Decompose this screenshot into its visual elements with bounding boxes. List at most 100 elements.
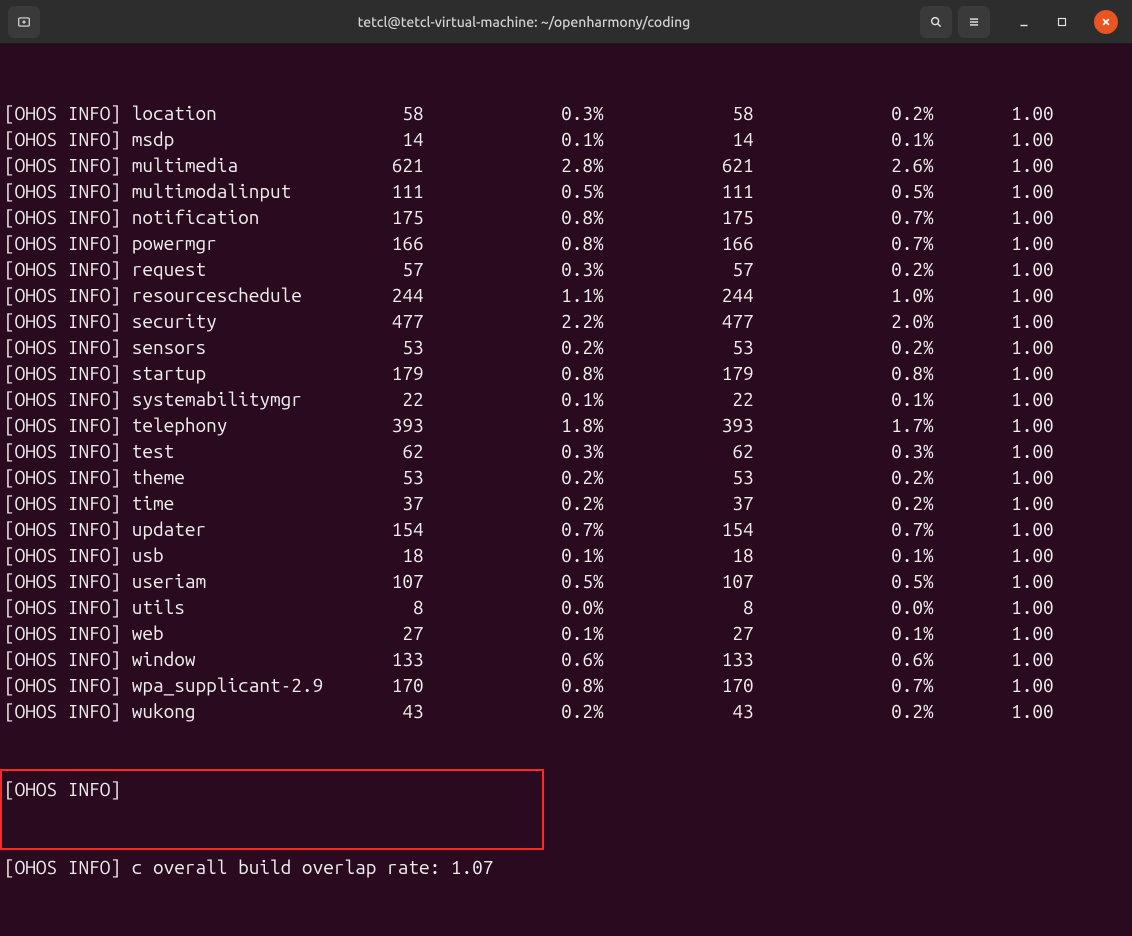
col1: 621 xyxy=(366,152,424,178)
col5: 1.00 xyxy=(934,386,1054,412)
maximize-button[interactable] xyxy=(1046,6,1078,38)
table-row: [OHOS INFO] request570.3%570.2%1.00 xyxy=(4,256,1128,282)
new-tab-button[interactable] xyxy=(8,6,40,38)
table-row: [OHOS INFO] multimodalinput1110.5%1110.5… xyxy=(4,178,1128,204)
col5: 1.00 xyxy=(934,646,1054,672)
log-prefix: [OHOS INFO] xyxy=(4,932,121,936)
col2: 0.1% xyxy=(424,542,604,568)
col4: 0.1% xyxy=(754,620,934,646)
module-name: systemabilitymgr xyxy=(132,386,366,412)
col3: 166 xyxy=(604,230,754,256)
col5: 1.00 xyxy=(934,152,1054,178)
col2: 0.1% xyxy=(424,386,604,412)
col1: 62 xyxy=(366,438,424,464)
col1: 393 xyxy=(366,412,424,438)
col1: 175 xyxy=(366,204,424,230)
col3: 58 xyxy=(604,100,754,126)
col5: 1.00 xyxy=(934,178,1054,204)
col3: 621 xyxy=(604,152,754,178)
col1: 57 xyxy=(366,256,424,282)
module-name: updater xyxy=(132,516,366,542)
menu-button[interactable] xyxy=(958,6,990,38)
col1: 133 xyxy=(366,646,424,672)
col1: 166 xyxy=(366,230,424,256)
col3: 14 xyxy=(604,126,754,152)
col5: 1.00 xyxy=(934,204,1054,230)
col3: 170 xyxy=(604,672,754,698)
search-button[interactable] xyxy=(920,6,952,38)
table-row: [OHOS INFO] telephony3931.8%3931.7%1.00 xyxy=(4,412,1128,438)
log-prefix: [OHOS INFO] xyxy=(4,360,121,386)
col3: 27 xyxy=(604,620,754,646)
log-prefix: [OHOS INFO] xyxy=(4,594,121,620)
col5: 1.00 xyxy=(934,542,1054,568)
col1: 53 xyxy=(366,334,424,360)
log-prefix: [OHOS INFO] xyxy=(4,646,121,672)
table-row: [OHOS INFO] useriam1070.5%1070.5%1.00 xyxy=(4,568,1128,594)
col5: 1.00 xyxy=(934,360,1054,386)
table-row: [OHOS INFO] resourceschedule2441.1%2441.… xyxy=(4,282,1128,308)
col2: 0.2% xyxy=(424,490,604,516)
col1: 43 xyxy=(366,698,424,724)
col3: 18 xyxy=(604,542,754,568)
module-name: useriam xyxy=(132,568,366,594)
table-row: [OHOS INFO] web270.1%270.1%1.00 xyxy=(4,620,1128,646)
module-name: theme xyxy=(132,464,366,490)
module-name: security xyxy=(132,308,366,334)
col2: 0.2% xyxy=(424,698,604,724)
module-name: window xyxy=(132,646,366,672)
col2: 0.7% xyxy=(424,516,604,542)
col4: 0.2% xyxy=(754,464,934,490)
col4: 0.2% xyxy=(754,490,934,516)
col3: 244 xyxy=(604,282,754,308)
col4: 0.2% xyxy=(754,256,934,282)
col1: 58 xyxy=(366,100,424,126)
col1: 53 xyxy=(366,464,424,490)
table-row: [OHOS INFO] utils80.0%80.0%1.00 xyxy=(4,594,1128,620)
module-name: startup xyxy=(132,360,366,386)
col1: 154 xyxy=(366,516,424,542)
col3: 53 xyxy=(604,334,754,360)
col4: 0.3% xyxy=(754,438,934,464)
col5: 1.00 xyxy=(934,698,1054,724)
col4: 0.1% xyxy=(754,126,934,152)
log-prefix: [OHOS INFO] xyxy=(4,100,121,126)
col3: 154 xyxy=(604,516,754,542)
col4: 0.2% xyxy=(754,334,934,360)
col5: 1.00 xyxy=(934,516,1054,542)
module-name: sensors xyxy=(132,334,366,360)
col3: 179 xyxy=(604,360,754,386)
col2: 0.3% xyxy=(424,256,604,282)
table-row: [OHOS INFO] msdp140.1%140.1%1.00 xyxy=(4,126,1128,152)
table-row: [OHOS INFO] wpa_supplicant-2.91700.8%170… xyxy=(4,672,1128,698)
close-button[interactable] xyxy=(1094,10,1118,34)
col1: 8 xyxy=(366,594,424,620)
table-row: [OHOS INFO] theme530.2%530.2%1.00 xyxy=(4,464,1128,490)
col4: 0.0% xyxy=(754,594,934,620)
minimize-button[interactable] xyxy=(1008,6,1040,38)
log-prefix: [OHOS INFO] xyxy=(4,620,121,646)
col2: 0.1% xyxy=(424,620,604,646)
col5: 1.00 xyxy=(934,308,1054,334)
col3: 53 xyxy=(604,464,754,490)
module-name: multimodalinput xyxy=(132,178,366,204)
col4: 0.2% xyxy=(754,698,934,724)
module-name: time xyxy=(132,490,366,516)
col2: 0.5% xyxy=(424,178,604,204)
module-name: powermgr xyxy=(132,230,366,256)
col2: 0.3% xyxy=(424,100,604,126)
log-prefix: [OHOS INFO] xyxy=(4,386,121,412)
table-row: [OHOS INFO] test620.3%620.3%1.00 xyxy=(4,438,1128,464)
col3: 62 xyxy=(604,438,754,464)
col4: 0.7% xyxy=(754,230,934,256)
col1: 107 xyxy=(366,568,424,594)
col3: 107 xyxy=(604,568,754,594)
col1: 244 xyxy=(366,282,424,308)
log-prefix: [OHOS INFO] xyxy=(4,256,121,282)
col4: 0.1% xyxy=(754,542,934,568)
terminal-output[interactable]: [OHOS INFO] location580.3%580.2%1.00[OHO… xyxy=(0,44,1132,936)
log-prefix: [OHOS INFO] xyxy=(4,464,121,490)
module-name: test xyxy=(132,438,366,464)
log-prefix: [OHOS INFO] xyxy=(4,516,121,542)
log-prefix: [OHOS INFO] xyxy=(4,204,121,230)
